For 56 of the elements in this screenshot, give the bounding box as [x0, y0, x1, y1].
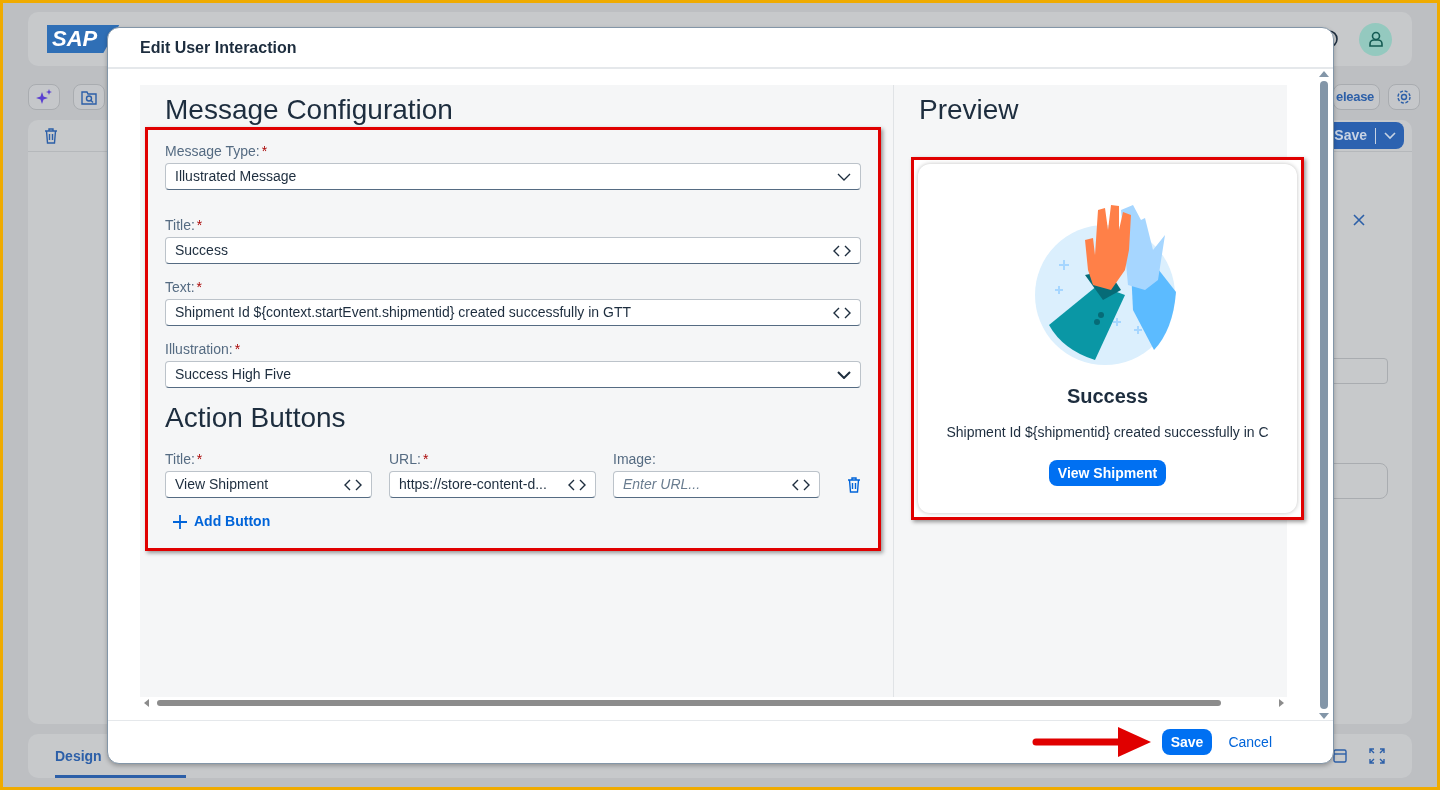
save-label[interactable]: Save — [1334, 125, 1367, 146]
required-mark: * — [196, 216, 203, 234]
layout-icon[interactable] — [1333, 749, 1347, 763]
input-field[interactable]: https://store-content-d... — [389, 471, 596, 498]
search-button[interactable] — [73, 84, 105, 110]
code-brackets-icon — [833, 306, 851, 319]
required-mark: * — [234, 340, 241, 358]
settings-icon — [1396, 89, 1412, 105]
settings-button[interactable] — [1388, 84, 1420, 110]
view-shipment-button[interactable]: View Shipment — [1048, 460, 1167, 486]
input-field[interactable]: View Shipment — [165, 471, 372, 498]
delete-icon[interactable] — [847, 477, 861, 493]
code-brackets-icon — [568, 478, 586, 491]
vertical-scrollbar[interactable] — [1319, 71, 1329, 719]
chevron-down-icon — [837, 172, 851, 181]
required-mark: * — [422, 450, 429, 468]
required-mark: * — [196, 278, 203, 296]
user-icon — [1368, 31, 1383, 47]
delete-icon[interactable] — [44, 127, 58, 144]
field-label: Title: — [165, 450, 195, 468]
chevron-down-icon[interactable] — [1384, 131, 1396, 140]
select-field[interactable]: Success High Five — [165, 361, 861, 388]
input-field[interactable]: Success — [165, 237, 861, 264]
release-button[interactable]: elease — [1333, 84, 1380, 110]
field-label: Illustration: — [165, 340, 233, 358]
cancel-button[interactable]: Cancel — [1220, 729, 1280, 755]
dialog-title: Edit User Interaction — [140, 37, 297, 58]
section-heading: Preview — [919, 93, 1020, 127]
field-label: Title: — [165, 216, 195, 234]
plus-icon — [173, 514, 187, 529]
fullscreen-icon[interactable] — [1369, 748, 1385, 764]
field-label: Image: — [613, 450, 656, 468]
field-label: Text: — [165, 278, 195, 296]
field-label: URL: — [389, 450, 421, 468]
required-mark: * — [261, 142, 268, 160]
avatar[interactable] — [1359, 22, 1392, 56]
ai-button[interactable] — [28, 84, 60, 110]
input-field[interactable]: Shipment Id ${context.startEvent.shipmentid} created successfully in GTT — [165, 299, 861, 326]
select-field[interactable]: Illustrated Message — [165, 163, 861, 190]
section-heading: Message Configuration — [164, 93, 454, 127]
sparkle-icon — [36, 89, 52, 105]
section-heading: Action Buttons — [165, 401, 347, 435]
required-mark: * — [196, 450, 203, 468]
chevron-down-icon — [837, 370, 851, 379]
preview-text: Shipment Id ${shipmentid} created successfully in C — [946, 423, 1269, 442]
add-button[interactable]: Add Button — [173, 511, 271, 532]
save-button[interactable]: Save — [1161, 729, 1213, 755]
preview-title: Success — [1066, 384, 1149, 409]
code-brackets-icon — [792, 478, 810, 491]
code-brackets-icon — [833, 244, 851, 257]
code-brackets-icon — [344, 478, 362, 491]
horizontal-scrollbar[interactable] — [144, 697, 1284, 709]
field-label: Message Type: — [165, 142, 260, 160]
close-icon[interactable] — [1353, 214, 1365, 226]
input-field[interactable]: Enter URL... — [613, 471, 820, 498]
search-icon — [81, 89, 97, 105]
